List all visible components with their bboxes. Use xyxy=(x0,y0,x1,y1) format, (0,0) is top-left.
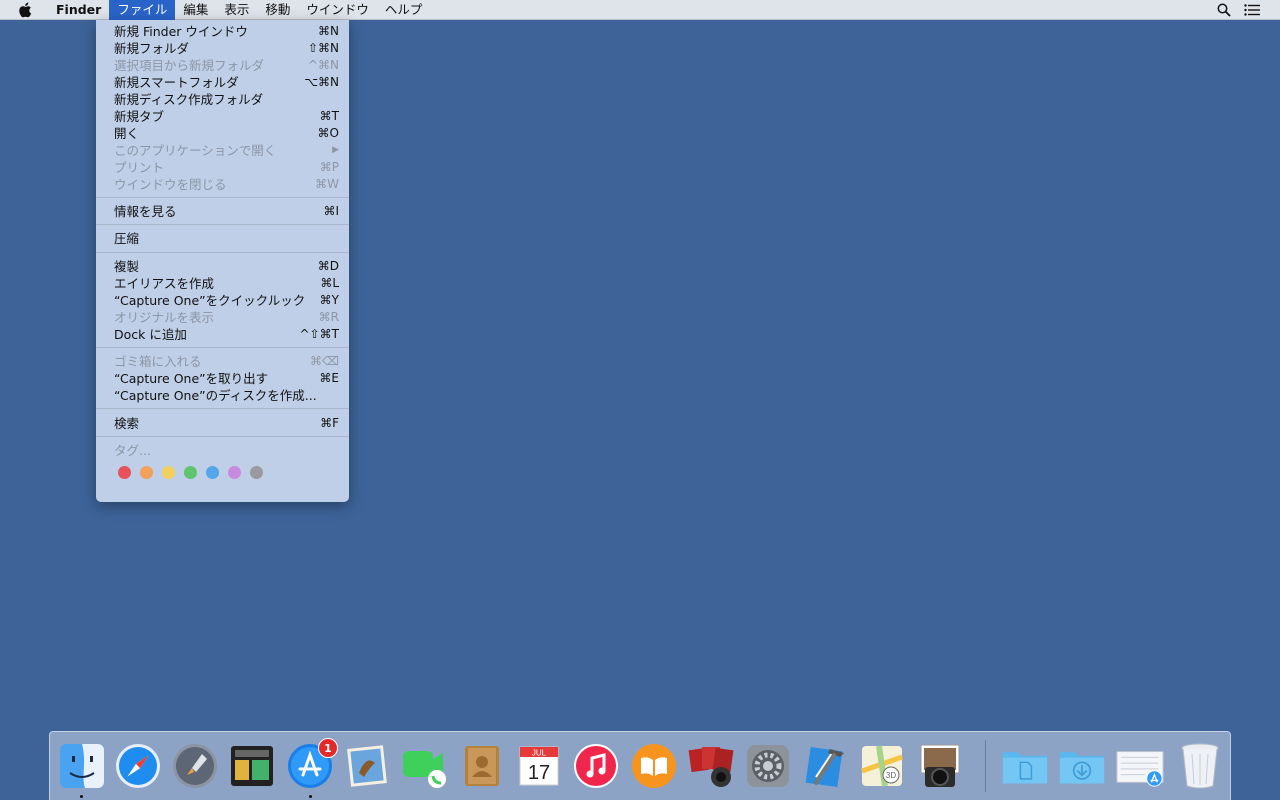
menu-item-quick-look[interactable]: “Capture One”をクイックルック ⌘Y xyxy=(96,291,349,309)
menu-item-new-finder-window[interactable]: 新規 Finder ウインドウ ⌘N xyxy=(96,22,349,40)
file-menu-dropdown: 新規 Finder ウインドウ ⌘N 新規フォルダ ⇧⌘N 選択項目から新規フォルダ… xyxy=(96,20,349,502)
notification-center-icon[interactable] xyxy=(1244,2,1260,18)
apple-icon[interactable] xyxy=(18,2,32,18)
svg-text:3D: 3D xyxy=(886,771,896,780)
itunes-icon[interactable] xyxy=(572,742,620,790)
app-store-downloads-icon[interactable] xyxy=(1116,742,1164,790)
menu-separator xyxy=(96,347,349,348)
menu-separator xyxy=(96,436,349,437)
documents-folder-icon[interactable] xyxy=(1001,742,1049,790)
mission-control-icon[interactable] xyxy=(228,742,276,790)
menu-view[interactable]: 表示 xyxy=(216,0,257,20)
calendar-day: 17 xyxy=(528,762,550,784)
menu-go[interactable]: 移動 xyxy=(257,0,298,20)
safari-icon[interactable] xyxy=(114,742,162,790)
tag-blue-dot[interactable] xyxy=(206,466,219,479)
tag-yellow-dot[interactable] xyxy=(162,466,175,479)
spotlight-search-icon[interactable] xyxy=(1216,2,1232,18)
menu-item-move-to-trash: ゴミ箱に入れる ⌘⌫ xyxy=(114,353,339,370)
menu-item-new-burn-folder[interactable]: 新規ディスク作成フォルダ xyxy=(96,90,349,107)
app-store-badge: 1 xyxy=(318,738,338,758)
downloads-folder-icon[interactable] xyxy=(1058,742,1106,790)
menu-item-new-smart-folder[interactable]: 新規スマートフォルダ ⌥⌘N xyxy=(96,73,349,91)
menu-item-eject[interactable]: “Capture One”を取り出す ⌘E xyxy=(96,369,349,387)
calendar-icon[interactable]: JUL 17 xyxy=(515,742,563,790)
dock-separator xyxy=(985,740,986,792)
menu-edit[interactable]: 編集 xyxy=(175,0,216,20)
menu-item-duplicate[interactable]: 複製 ⌘D xyxy=(96,257,349,275)
tag-red-dot[interactable] xyxy=(118,466,131,479)
menu-item-show-original: オリジナルを表示 ⌘R xyxy=(114,309,339,326)
menu-item-compress[interactable]: 圧縮 xyxy=(96,229,349,246)
menu-item-find[interactable]: 検索 ⌘F xyxy=(96,414,349,432)
menu-item-new-folder-with-selection: 選択項目から新規フォルダ ^⌘N xyxy=(114,57,339,74)
menu-file[interactable]: ファイル xyxy=(109,0,176,20)
tag-color-picker xyxy=(118,466,263,479)
menu-separator xyxy=(96,224,349,225)
menu-item-get-info[interactable]: 情報を見る ⌘I xyxy=(96,202,349,220)
menu-separator xyxy=(96,197,349,198)
calendar-month: JUL xyxy=(532,749,547,758)
menu-item-new-folder[interactable]: 新規フォルダ ⇧⌘N xyxy=(96,39,349,57)
ibooks-icon[interactable] xyxy=(630,742,678,790)
menu-bar: Finder ファイル 編集 表示 移動 ウインドウ ヘルプ xyxy=(0,0,1280,20)
tag-gray-dot[interactable] xyxy=(250,466,263,479)
menu-item-make-alias[interactable]: エイリアスを作成 ⌘L xyxy=(96,274,349,292)
maps-icon[interactable]: 3D xyxy=(858,742,906,790)
tag-orange-dot[interactable] xyxy=(140,466,153,479)
menu-separator xyxy=(96,252,349,253)
tag-green-dot[interactable] xyxy=(184,466,197,479)
trash-icon[interactable] xyxy=(1176,742,1224,790)
menu-separator xyxy=(96,408,349,409)
menu-item-open[interactable]: 開く ⌘O xyxy=(96,124,349,142)
menu-item-tags: タグ... xyxy=(114,443,151,458)
facetime-icon[interactable] xyxy=(400,742,448,790)
running-indicator xyxy=(80,795,83,798)
system-preferences-icon[interactable] xyxy=(744,742,792,790)
contacts-icon[interactable] xyxy=(458,742,506,790)
menu-item-add-to-dock[interactable]: Dock に追加 ^⇧⌘T xyxy=(96,325,349,343)
menu-item-print: プリント ⌘P xyxy=(114,159,339,176)
photo-booth-icon[interactable] xyxy=(687,742,735,790)
mail-icon[interactable] xyxy=(343,742,391,790)
menu-item-burn-disc[interactable]: “Capture One”のディスクを作成... xyxy=(96,386,349,403)
capture-one-icon[interactable] xyxy=(916,742,964,790)
menu-item-new-tab[interactable]: 新規タブ ⌘T xyxy=(96,107,349,125)
menu-help[interactable]: ヘルプ xyxy=(377,0,431,20)
menu-item-close-window: ウインドウを閉じる ⌘W xyxy=(114,176,339,193)
menu-finder[interactable]: Finder xyxy=(48,0,109,20)
app-store-icon[interactable]: 1 xyxy=(286,738,338,790)
xcode-icon[interactable] xyxy=(801,742,849,790)
tag-purple-dot[interactable] xyxy=(228,466,241,479)
menu-window[interactable]: ウインドウ xyxy=(298,0,377,20)
dock: 1 JUL 17 3D xyxy=(49,731,1231,800)
running-indicator xyxy=(309,795,312,798)
launchpad-icon[interactable] xyxy=(171,742,219,790)
menu-item-open-with: このアプリケーションで開く ▶ xyxy=(114,143,339,158)
finder-icon[interactable] xyxy=(58,742,106,790)
